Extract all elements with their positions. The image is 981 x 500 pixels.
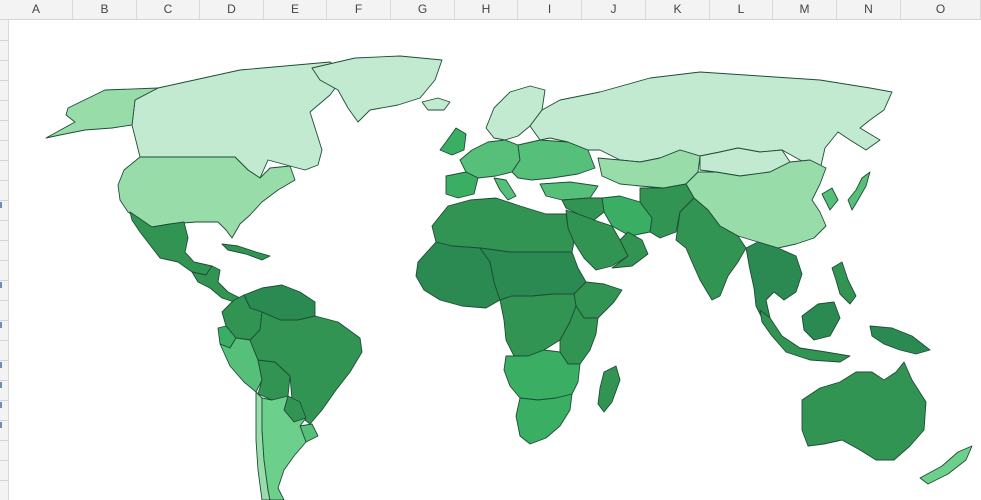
column-header-b[interactable]: B	[73, 0, 137, 19]
column-header-d[interactable]: D	[200, 0, 264, 19]
column-header-j[interactable]: J	[582, 0, 646, 19]
region-philippines[interactable]	[831, 261, 857, 305]
row-header-gutter[interactable]	[0, 20, 9, 500]
region-caribbean[interactable]	[221, 243, 271, 261]
region-australia[interactable]	[801, 361, 927, 461]
column-header-l[interactable]: L	[710, 0, 773, 19]
column-header-c[interactable]: C	[137, 0, 200, 19]
region-uk-ireland[interactable]	[439, 127, 467, 156]
column-header-h[interactable]: H	[455, 0, 518, 19]
region-iceland[interactable]	[421, 97, 451, 111]
region-new-guinea[interactable]	[869, 325, 931, 355]
region-north-africa[interactable]	[431, 197, 575, 253]
column-header-bar: A B C D E F G H I J K L M N O	[0, 0, 981, 20]
column-header-g[interactable]: G	[391, 0, 455, 19]
column-header-i[interactable]: I	[518, 0, 582, 19]
region-korea[interactable]	[821, 187, 839, 211]
column-header-m[interactable]: M	[773, 0, 837, 19]
column-header-k[interactable]: K	[646, 0, 710, 19]
region-turkey[interactable]	[539, 181, 599, 201]
region-madagascar[interactable]	[597, 365, 621, 413]
region-south-africa[interactable]	[515, 393, 573, 445]
region-japan[interactable]	[847, 171, 871, 211]
column-header-e[interactable]: E	[264, 0, 327, 19]
column-header-f[interactable]: F	[327, 0, 391, 19]
world-map[interactable]	[9, 20, 981, 500]
region-borneo[interactable]	[801, 301, 841, 341]
column-header-n[interactable]: N	[837, 0, 901, 19]
region-western-europe[interactable]	[459, 139, 521, 179]
world-map-svg	[45, 55, 973, 500]
region-new-zealand[interactable]	[919, 445, 973, 485]
region-horn-of-africa[interactable]	[573, 281, 623, 319]
region-italy[interactable]	[493, 177, 517, 201]
region-iberia[interactable]	[445, 171, 479, 199]
column-header-a[interactable]: A	[0, 0, 73, 19]
region-southeast-asia-mainland[interactable]	[745, 241, 803, 323]
column-header-o[interactable]: O	[901, 0, 981, 19]
